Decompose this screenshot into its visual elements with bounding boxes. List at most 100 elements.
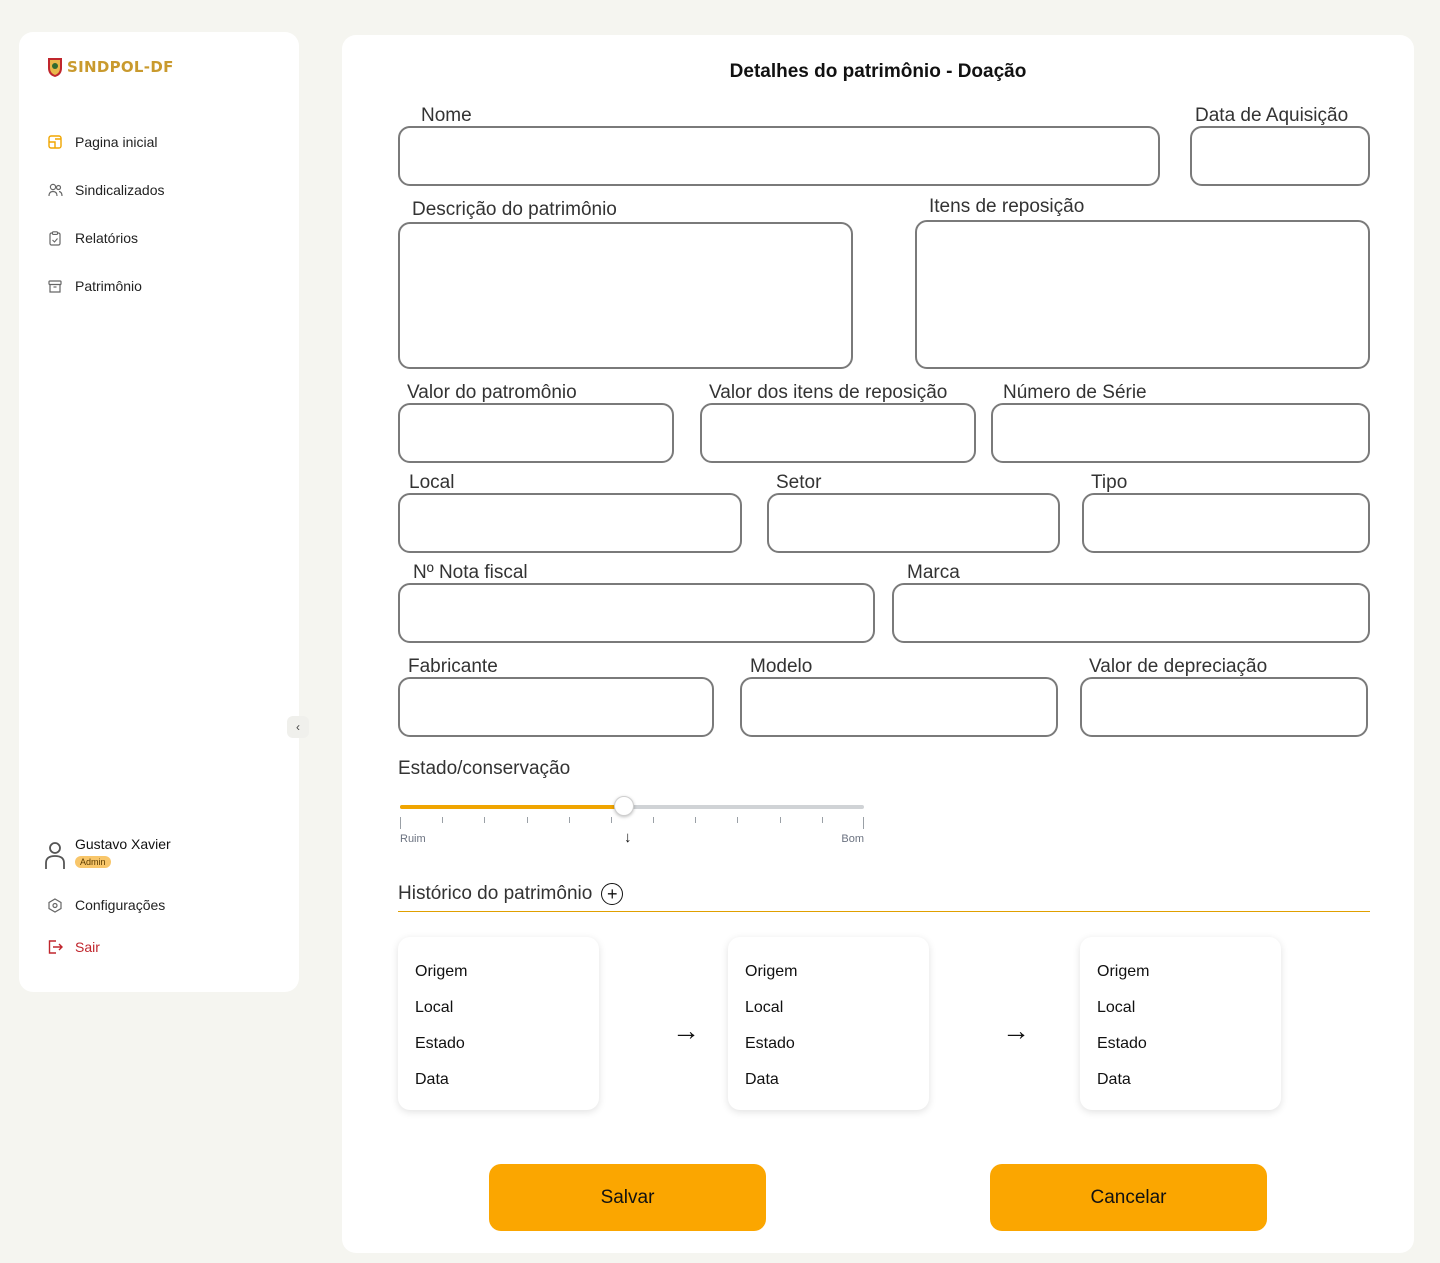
sidebar-item-relatorios[interactable]: Relatórios xyxy=(47,214,165,262)
valor-depreciacao-input[interactable] xyxy=(1080,677,1368,737)
plus-icon: + xyxy=(607,884,618,904)
slider-thumb[interactable] xyxy=(613,796,634,816)
sidebar-item-label: Sindicalizados xyxy=(75,182,165,198)
valor-depreciacao-label: Valor de depreciação xyxy=(1089,656,1268,677)
sidebar-item-sair[interactable]: Sair xyxy=(47,926,165,968)
sidebar-item-label: Pagina inicial xyxy=(75,134,158,150)
slider-ticks xyxy=(400,817,864,831)
descricao-textarea[interactable] xyxy=(398,222,853,369)
slider-tick xyxy=(611,817,612,823)
settings-icon xyxy=(47,897,63,913)
sidebar-bottom-nav: Configurações Sair xyxy=(47,884,165,968)
setor-input[interactable] xyxy=(767,493,1060,553)
nota-fiscal-input[interactable] xyxy=(398,583,875,643)
itens-reposicao-label: Itens de reposição xyxy=(929,196,1085,217)
sidebar-item-configuracoes[interactable]: Configurações xyxy=(47,884,165,926)
itens-reposicao-textarea[interactable] xyxy=(915,220,1370,369)
slider-tick xyxy=(695,817,696,823)
slider-tick xyxy=(442,817,443,823)
collapse-sidebar-button[interactable]: ‹ xyxy=(287,716,309,738)
history-local: Local xyxy=(1097,999,1136,1016)
sidebar-item-pagina-inicial[interactable]: Pagina inicial xyxy=(47,118,165,166)
valor-itens-label: Valor dos itens de reposição xyxy=(709,382,948,403)
nome-label: Nome xyxy=(421,105,472,126)
sidebar-item-label: Configurações xyxy=(75,897,166,913)
archive-icon xyxy=(47,278,63,294)
numero-serie-label: Número de Série xyxy=(1003,382,1147,403)
tipo-label: Tipo xyxy=(1091,472,1128,493)
marca-input[interactable] xyxy=(892,583,1370,643)
valor-patrimonio-input[interactable] xyxy=(398,403,674,463)
history-origem: Origem xyxy=(415,963,468,980)
user-avatar-icon xyxy=(45,842,65,869)
history-origem: Origem xyxy=(1097,963,1150,980)
sidebar-item-patrimonio[interactable]: Patrimônio xyxy=(47,262,165,310)
slider-fill xyxy=(400,805,623,809)
slider-tick xyxy=(400,817,401,829)
fabricante-label: Fabricante xyxy=(408,656,498,677)
setor-label: Setor xyxy=(776,472,822,493)
history-card[interactable]: Origem Local Estado Data xyxy=(398,937,599,1110)
modelo-label: Modelo xyxy=(750,656,813,677)
valor-patrimonio-label: Valor do patromônio xyxy=(407,382,577,403)
marca-label: Marca xyxy=(907,562,960,583)
add-history-button[interactable]: + xyxy=(601,883,624,905)
history-data: Data xyxy=(1097,1071,1131,1088)
page-title: Detalhes do patrimônio - Doação xyxy=(729,61,1027,82)
local-label: Local xyxy=(409,472,455,493)
sidebar: SINDPOL-DF Pagina inicial Sindicalizados… xyxy=(19,32,309,992)
sidebar-item-label: Sair xyxy=(75,939,100,955)
history-divider xyxy=(398,911,1370,912)
sidebar-item-label: Patrimônio xyxy=(75,278,142,294)
patrimonio-details-card: Detalhes do patrimônio - Doação Nome Dat… xyxy=(342,35,1414,1253)
slider-tick xyxy=(822,817,823,823)
history-estado: Estado xyxy=(415,1035,465,1052)
slider-tick xyxy=(737,817,738,823)
nota-fiscal-label: Nº Nota fiscal xyxy=(413,562,528,583)
users-icon xyxy=(47,182,63,198)
history-local: Local xyxy=(745,999,784,1016)
history-local: Local xyxy=(415,999,454,1016)
clipboard-icon xyxy=(47,230,63,246)
history-estado: Estado xyxy=(1097,1035,1147,1052)
data-aquisicao-label: Data de Aquisição xyxy=(1195,105,1349,126)
home-icon xyxy=(47,134,63,150)
slider-tick xyxy=(780,817,781,823)
cancel-button[interactable]: Cancelar xyxy=(990,1164,1267,1231)
role-badge: Admin xyxy=(75,856,111,868)
history-data: Data xyxy=(415,1071,449,1088)
history-card[interactable]: Origem Local Estado Data xyxy=(728,937,929,1110)
history-origem: Origem xyxy=(745,963,798,980)
save-button[interactable]: Salvar xyxy=(489,1164,766,1231)
slider-tick xyxy=(653,817,654,823)
arrow-right-icon: → xyxy=(1002,1015,1030,1046)
arrow-right-icon: → xyxy=(672,1015,700,1046)
history-title: Histórico do patrimônio xyxy=(398,883,593,904)
history-estado: Estado xyxy=(745,1035,795,1052)
modelo-input[interactable] xyxy=(740,677,1058,737)
data-aquisicao-input[interactable] xyxy=(1190,126,1370,186)
valor-itens-input[interactable] xyxy=(700,403,976,463)
sidebar-item-sindicalizados[interactable]: Sindicalizados xyxy=(47,166,165,214)
fabricante-input[interactable] xyxy=(398,677,714,737)
slider-tick xyxy=(527,817,528,823)
numero-serie-input[interactable] xyxy=(991,403,1370,463)
slider-min-label: Ruim xyxy=(400,833,426,845)
descricao-label: Descrição do patrimônio xyxy=(412,199,617,220)
history-data: Data xyxy=(745,1071,779,1088)
estado-label: Estado/conservação xyxy=(398,758,571,779)
user-name: Gustavo Xavier xyxy=(75,836,171,852)
local-input[interactable] xyxy=(398,493,742,553)
slider-max-label: Bom xyxy=(841,833,864,845)
slider-tick xyxy=(569,817,570,823)
nome-input[interactable] xyxy=(398,126,1160,186)
history-card[interactable]: Origem Local Estado Data xyxy=(1080,937,1281,1110)
logo-text: SINDPOL-DF xyxy=(67,58,174,76)
history-header: Histórico do patrimônio + xyxy=(398,883,624,905)
logout-icon xyxy=(47,939,63,955)
tipo-input[interactable] xyxy=(1082,493,1370,553)
sindpol-badge-icon xyxy=(48,58,62,77)
user-profile[interactable]: Gustavo Xavier Admin xyxy=(45,836,171,870)
logo[interactable]: SINDPOL-DF xyxy=(47,56,174,78)
slider-tick xyxy=(484,817,485,823)
